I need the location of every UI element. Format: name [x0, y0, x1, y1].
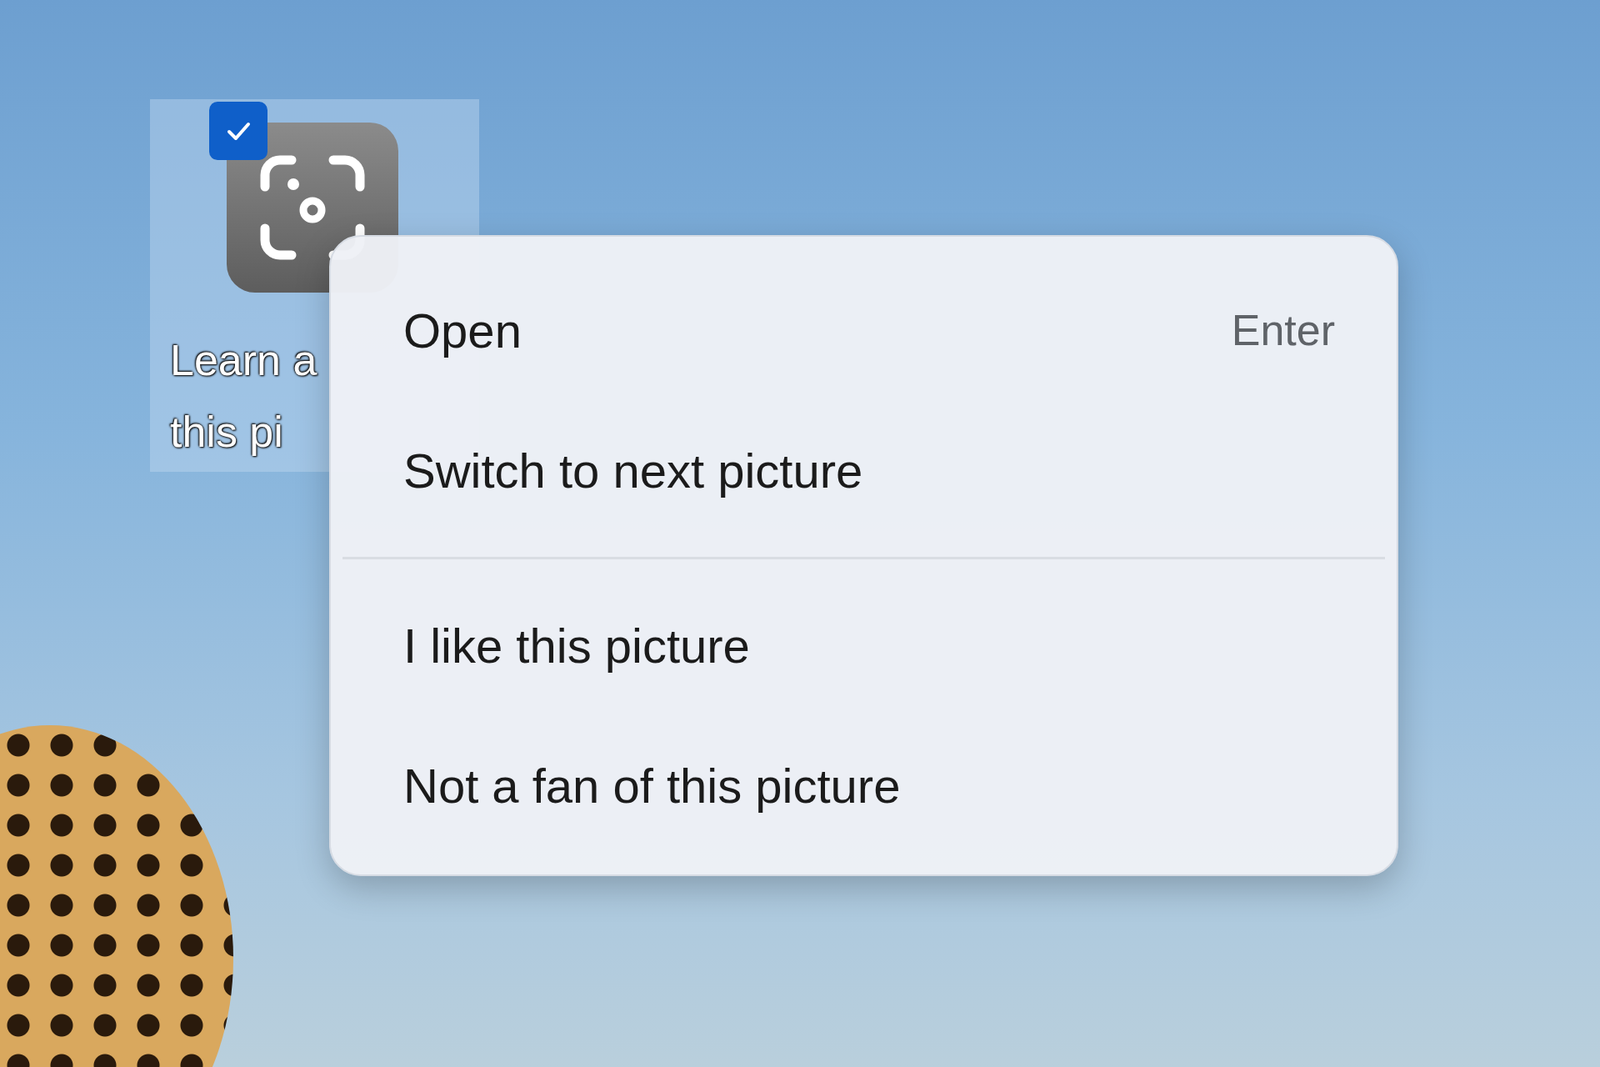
- menu-item[interactable]: Open Enter: [330, 260, 1397, 400]
- wallpaper-photo: [0, 725, 234, 1067]
- menu-item-label: I like this picture: [403, 617, 750, 674]
- icon-label: Learn athis pi: [150, 324, 317, 468]
- desktop: Learn athis pi Open Enter Switch to next pi…: [0, 0, 1600, 1067]
- menu-item-label: Switch to next picture: [403, 442, 863, 499]
- icon-label-line: this pi: [170, 395, 317, 468]
- context-menu: Open Enter Switch to next picture I like th…: [329, 235, 1399, 876]
- menu-separator: [330, 540, 1397, 575]
- separator-line: [342, 556, 1385, 560]
- menu-item-label: Not a fan of this picture: [403, 757, 900, 814]
- check-icon: [221, 114, 255, 148]
- icon-label-line: Learn a: [170, 324, 317, 396]
- select-checkbox[interactable]: [209, 101, 268, 160]
- menu-item[interactable]: I like this picture: [330, 575, 1397, 715]
- menu-item[interactable]: Switch to next picture: [330, 400, 1397, 540]
- menu-item-label: Open: [403, 302, 522, 359]
- menu-item-shortcut: Enter: [1231, 305, 1335, 355]
- menu-item[interactable]: Not a fan of this picture: [330, 715, 1397, 855]
